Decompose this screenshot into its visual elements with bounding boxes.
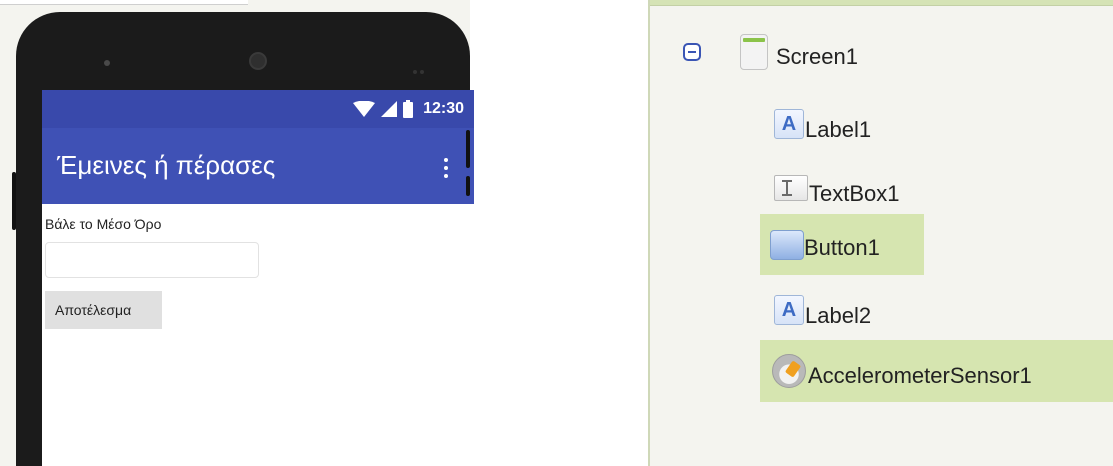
phone-frame: 12:30 Έμεινες ή πέρασες Βάλε το Μέσο Όρο… [16,12,474,466]
phone-screen: 12:30 Έμεινες ή πέρασες Βάλε το Μέσο Όρο… [42,90,474,466]
tree-item-textbox1[interactable]: TextBox1 [774,168,900,208]
tree-item-accelerometersensor1[interactable]: AccelerometerSensor1 [760,340,1113,402]
tree-item-button1[interactable]: Button1 [760,214,924,275]
phone-power-button [466,130,470,168]
overflow-menu-icon[interactable] [444,158,450,178]
tree-item-label: Screen1 [776,44,858,69]
components-panel: Screen1 A Label1 TextBox1 Button1 A Labe… [648,0,1113,466]
textbox1[interactable] [45,242,259,278]
battery-icon [403,100,414,118]
app-bar: Έμεινες ή πέρασες [42,128,474,204]
tree-item-label: TextBox1 [809,181,900,206]
label1[interactable]: Βάλε το Μέσο Όρο [45,216,161,232]
tree-item-screen1[interactable]: Screen1 [740,33,858,71]
collapse-toggle-icon[interactable] [683,43,701,61]
viewer-panel: 12:30 Έμεινες ή πέρασες Βάλε το Μέσο Όρο… [0,0,474,466]
label-icon: A [774,109,804,139]
tree-item-label: Button1 [804,234,880,260]
signal-icon [381,101,398,117]
viewer-toolbar-edge [0,0,248,5]
sensor-icon [413,61,433,74]
app-body: Βάλε το Μέσο Όρο Αποτέλεσμα [42,204,474,466]
app-title: Έμεινες ή πέρασες [57,150,276,180]
phone-side-key [466,176,470,196]
status-bar: 12:30 [42,90,474,128]
components-header-edge [650,0,1113,6]
button-icon [770,229,804,260]
tree-item-label1[interactable]: A Label1 [774,104,871,144]
button1[interactable]: Αποτέλεσμα [45,291,162,329]
earpiece-icon [249,52,267,70]
label-icon: A [774,295,804,325]
tree-item-label: AccelerometerSensor1 [808,363,1032,388]
tree-item-label: Label1 [805,117,872,142]
screen-icon [740,34,768,70]
tree-item-label2[interactable]: A Label2 [774,290,871,330]
tree-item-label: Label2 [805,303,872,328]
wifi-icon [353,101,376,117]
accelerometer-icon [772,354,806,388]
front-camera-icon [104,60,110,66]
status-time: 12:30 [423,100,464,117]
textbox-icon [774,175,808,201]
